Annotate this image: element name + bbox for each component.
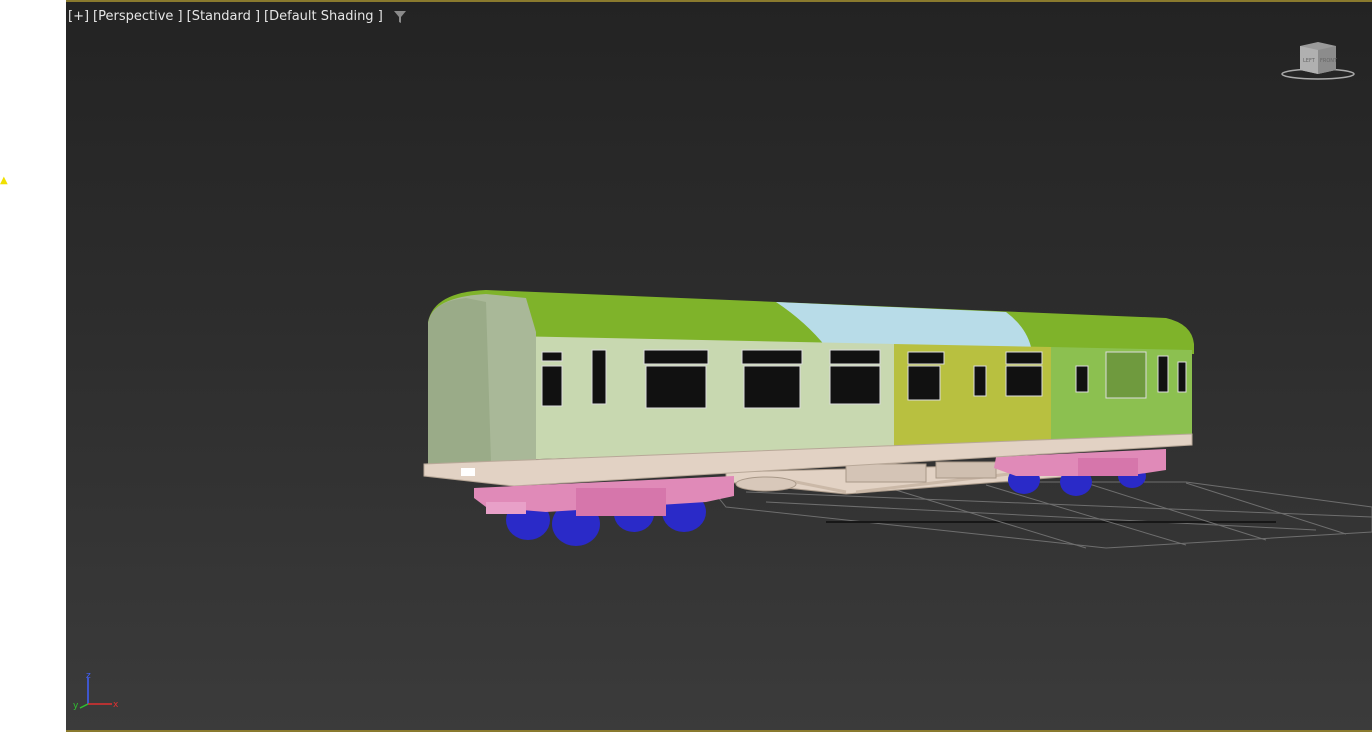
perspective-viewport[interactable]: [+] [Perspective ] [Standard ] [Default …	[66, 0, 1372, 732]
filter-funnel-icon[interactable]	[393, 10, 407, 24]
scene-canvas[interactable]	[66, 2, 1372, 730]
viewport-plus-menu[interactable]: [+]	[68, 9, 89, 24]
viewcube-icon[interactable]: LEFT FRONT	[1280, 40, 1356, 84]
axis-z-label: z	[86, 671, 91, 681]
viewcube-front-face: FRONT	[1320, 58, 1338, 64]
left-command-panel: ▲	[0, 0, 66, 732]
left-panel-marker-icon: ▲	[0, 175, 8, 186]
axis-tripod-icon: z x y	[73, 671, 119, 710]
viewcube-left-face: LEFT	[1303, 58, 1316, 64]
viewport-view-menu[interactable]: [Perspective ]	[93, 9, 183, 24]
axis-x-label: x	[113, 700, 119, 710]
front-bogie	[474, 476, 734, 546]
axis-y-label: y	[73, 701, 79, 710]
rear-bogie	[994, 449, 1166, 496]
home-grid	[704, 481, 1372, 549]
viewport-mode-menu[interactable]: [Standard ]	[187, 9, 260, 24]
viewport-shading-menu[interactable]: [Default Shading ]	[264, 9, 383, 24]
viewport-label-menu: [+] [Perspective ] [Standard ] [Default …	[68, 9, 407, 24]
